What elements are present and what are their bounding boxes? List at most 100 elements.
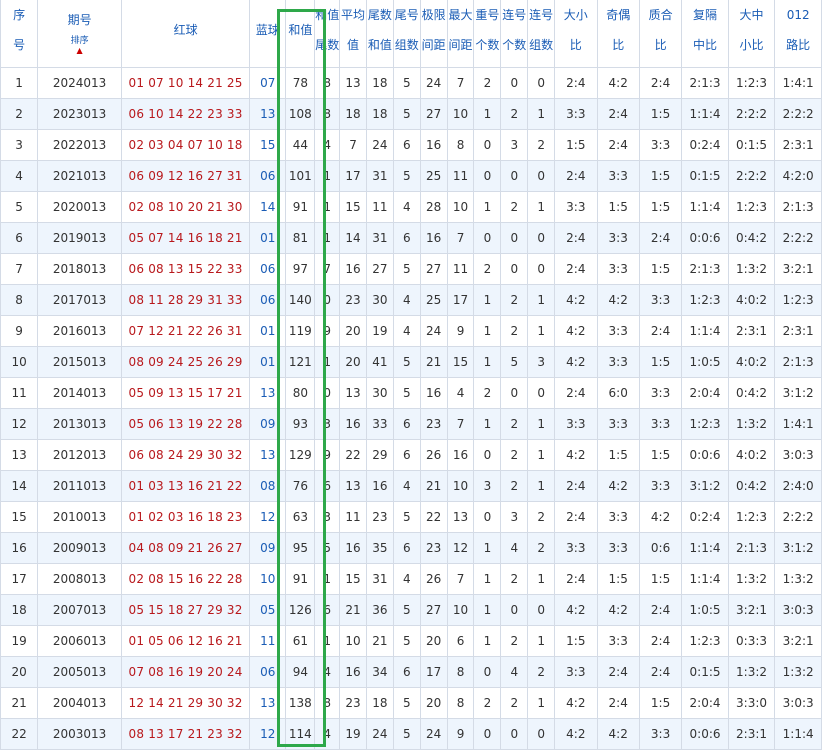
cell-consec: 2 — [500, 563, 529, 595]
cell-max-gap: 10 — [446, 98, 475, 130]
cell-issue: 2019013 — [37, 222, 122, 254]
cell-big-small: 3:3 — [554, 408, 598, 440]
cell-consec: 2 — [500, 284, 529, 316]
cell-sum-tail: 1 — [314, 625, 341, 657]
cell-range: 20 — [419, 687, 448, 719]
cell-blue-ball: 01 — [249, 346, 287, 378]
cell-consec-group: 0 — [527, 160, 556, 192]
cell-road: 2:2:2 — [774, 222, 822, 254]
table-row: 14 2011013 01 03 13 16 21 22 08 76 6 13 16 4 21 10… — [0, 470, 822, 502]
cell-big-small: 3:3 — [554, 656, 598, 688]
cell-red-balls: 08 13 17 21 23 32 — [120, 718, 251, 750]
cell-red-balls: 04 08 09 21 26 27 — [120, 532, 251, 564]
header-issue[interactable]: 期号 排序 ▲ — [37, 0, 122, 68]
cell-sum: 97 — [285, 253, 316, 285]
cell-prime: 2:4 — [638, 67, 683, 99]
cell-consec: 2 — [500, 315, 529, 347]
cell-tail-sum: 31 — [365, 563, 394, 595]
cell-odd-even: 2:4 — [596, 656, 640, 688]
cell-sum-tail: 4 — [314, 718, 341, 750]
cell-issue: 2021013 — [37, 160, 122, 192]
cell-avg: 16 — [339, 408, 367, 440]
cell-max-gap: 6 — [446, 625, 475, 657]
cell-seq: 11 — [0, 377, 39, 409]
cell-issue: 2010013 — [37, 501, 122, 533]
header-bms: 大中 小比 — [727, 0, 776, 68]
cell-red-balls: 01 05 06 12 16 21 — [120, 625, 251, 657]
cell-mod3: 1:0:5 — [681, 346, 729, 378]
cell-seq: 16 — [0, 532, 39, 564]
cell-max-gap: 16 — [446, 439, 475, 471]
cell-prime: 2:4 — [638, 594, 683, 626]
cell-tail-group: 5 — [392, 687, 421, 719]
cell-range: 27 — [419, 594, 448, 626]
cell-sum-tail: 8 — [314, 67, 341, 99]
header-red-balls: 红球 — [120, 0, 251, 68]
cell-consec-group: 2 — [527, 129, 556, 161]
header-row: 序号 期号 排序 ▲ 红球 蓝球 和值 和值 尾数 平均值 尾数 和值 尾号 组数 极限间… — [0, 0, 822, 68]
cell-big-small: 3:3 — [554, 191, 598, 223]
header-tail-sum: 尾数 和值 — [365, 0, 394, 68]
cell-red-balls: 06 09 12 16 27 31 — [120, 160, 251, 192]
cell-issue: 2013013 — [37, 408, 122, 440]
cell-issue: 2007013 — [37, 594, 122, 626]
cell-mod3: 2:0:4 — [681, 377, 729, 409]
cell-avg: 13 — [339, 470, 367, 502]
table-row: 8 2017013 08 11 28 29 31 33 06 140 0 23 30 4 25 17… — [0, 284, 822, 316]
cell-range: 28 — [419, 191, 448, 223]
cell-avg: 19 — [339, 718, 367, 750]
cell-sum: 129 — [285, 439, 316, 471]
cell-bms: 1:3:2 — [727, 563, 776, 595]
cell-bms: 3:3:0 — [727, 687, 776, 719]
sort-arrow-icon[interactable]: ▲ — [39, 47, 121, 55]
cell-big-small: 1:5 — [554, 129, 598, 161]
cell-avg: 22 — [339, 439, 367, 471]
cell-sum-tail: 5 — [314, 532, 341, 564]
table-row: 19 2006013 01 05 06 12 16 21 11 61 1 10 21 5 20 6 1… — [0, 625, 822, 657]
cell-repeat: 0 — [473, 222, 502, 254]
cell-blue-ball: 01 — [249, 222, 287, 254]
cell-road: 3:0:3 — [774, 439, 822, 471]
cell-tail-group: 5 — [392, 67, 421, 99]
cell-repeat: 2 — [473, 253, 502, 285]
cell-tail-sum: 23 — [365, 501, 394, 533]
cell-max-gap: 8 — [446, 129, 475, 161]
cell-sum: 91 — [285, 191, 316, 223]
table-row: 4 2021013 06 09 12 16 27 31 06 101 1 17 31 5 25 11… — [0, 160, 822, 192]
cell-red-balls: 01 07 10 14 21 25 — [120, 67, 251, 99]
cell-odd-even: 3:3 — [596, 532, 640, 564]
cell-odd-even: 3:3 — [596, 346, 640, 378]
cell-repeat: 1 — [473, 625, 502, 657]
cell-max-gap: 17 — [446, 284, 475, 316]
header-mod3: 复隔 中比 — [681, 0, 729, 68]
cell-odd-even: 6:0 — [596, 377, 640, 409]
cell-red-balls: 06 08 13 15 22 33 — [120, 253, 251, 285]
cell-seq: 12 — [0, 408, 39, 440]
cell-consec: 0 — [500, 160, 529, 192]
cell-red-balls: 02 08 15 16 22 28 — [120, 563, 251, 595]
cell-red-balls: 01 03 13 16 21 22 — [120, 470, 251, 502]
cell-avg: 21 — [339, 594, 367, 626]
cell-issue: 2008013 — [37, 563, 122, 595]
cell-road: 3:0:3 — [774, 594, 822, 626]
cell-odd-even: 3:3 — [596, 625, 640, 657]
cell-consec: 4 — [500, 532, 529, 564]
cell-issue: 2003013 — [37, 718, 122, 750]
cell-bms: 2:2:2 — [727, 160, 776, 192]
cell-seq: 8 — [0, 284, 39, 316]
table-row: 20 2005013 07 08 16 19 20 24 06 94 4 16 34 6 17 8 0… — [0, 656, 822, 688]
cell-bms: 0:1:5 — [727, 129, 776, 161]
cell-mod3: 1:1:4 — [681, 315, 729, 347]
header-range: 极限 间距 — [419, 0, 448, 68]
cell-blue-ball: 14 — [249, 191, 287, 223]
cell-issue: 2022013 — [37, 129, 122, 161]
cell-mod3: 1:1:4 — [681, 563, 729, 595]
cell-bms: 2:3:1 — [727, 718, 776, 750]
cell-sum-tail: 3 — [314, 501, 341, 533]
header-avg: 平均值 — [339, 0, 367, 68]
cell-road: 2:1:3 — [774, 346, 822, 378]
table-row: 17 2008013 02 08 15 16 22 28 10 91 1 15 31 4 26 7 1… — [0, 563, 822, 595]
cell-seq: 14 — [0, 470, 39, 502]
cell-odd-even: 3:3 — [596, 501, 640, 533]
cell-big-small: 2:4 — [554, 160, 598, 192]
